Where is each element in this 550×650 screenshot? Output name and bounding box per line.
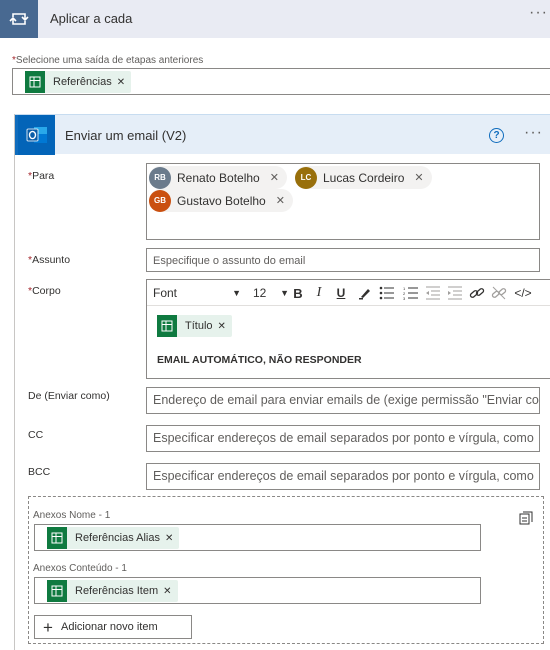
apply-to-each-title: Aplicar a cada	[50, 11, 133, 26]
cc-label: CC	[28, 429, 44, 441]
subject-label: *Assunto	[28, 254, 71, 266]
bcc-placeholder: Especificar endereços de email separados…	[153, 469, 534, 483]
token-titulo[interactable]: Título ✕	[157, 315, 232, 337]
underline-icon[interactable]: U	[334, 284, 348, 302]
font-dropdown[interactable]: Font ▼	[153, 284, 241, 302]
attachments-group: Anexos Nome - 1 Referências Alias ✕ Anex…	[28, 496, 544, 644]
code-view-icon[interactable]: </>	[513, 284, 533, 302]
recipient-name: Renato Botelho	[177, 170, 260, 185]
token-label: Referências	[53, 76, 112, 88]
link-icon[interactable]	[469, 284, 485, 302]
recipient-chip[interactable]: RB Renato Botelho ✕	[149, 166, 287, 189]
font-value: Font	[153, 286, 178, 300]
chevron-down-icon: ▼	[232, 288, 241, 298]
sharepoint-list-icon	[25, 71, 45, 93]
decrease-indent-icon[interactable]	[425, 284, 441, 302]
close-icon[interactable]: ✕	[163, 586, 177, 597]
italic-icon[interactable]: I	[312, 284, 326, 302]
unlink-icon[interactable]	[491, 284, 507, 302]
sharepoint-list-icon	[47, 580, 67, 602]
select-output-label: *Selecione uma saída de etapas anteriore…	[12, 55, 204, 66]
close-icon[interactable]: ✕	[165, 533, 179, 544]
avatar: RB	[149, 166, 171, 189]
recipient-name: Lucas Cordeiro	[323, 170, 405, 185]
body-label: *Corpo	[28, 285, 61, 297]
attachment-name-field[interactable]: Referências Alias ✕	[34, 524, 481, 551]
close-icon[interactable]: ✕	[117, 77, 131, 88]
font-size-value: 12	[253, 286, 267, 300]
bullet-list-icon[interactable]	[379, 284, 395, 302]
sharepoint-list-icon	[157, 315, 177, 337]
cc-placeholder: Especificar endereços de email separados…	[153, 431, 534, 445]
from-placeholder: Endereço de email para enviar emails de …	[153, 393, 540, 407]
attachment-content-field[interactable]: Referências Item ✕	[34, 577, 481, 604]
sharepoint-list-icon	[47, 527, 67, 549]
avatar: GB	[149, 189, 171, 212]
avatar: LC	[295, 166, 317, 189]
body-text: EMAIL AUTOMÁTICO, NÃO RESPONDER	[157, 354, 362, 366]
close-icon[interactable]: ✕	[270, 171, 287, 184]
add-new-item-button[interactable]: + Adicionar novo item	[34, 615, 192, 639]
recipient-chip[interactable]: GB Gustavo Botelho ✕	[149, 189, 293, 212]
chevron-down-icon: ▼	[280, 288, 289, 298]
token-referencias[interactable]: Referências ✕	[25, 71, 132, 93]
copy-icon[interactable]	[519, 511, 533, 525]
cc-field[interactable]: Especificar endereços de email separados…	[146, 425, 540, 452]
highlight-icon[interactable]	[358, 284, 372, 302]
attachment-name-label: Anexos Nome - 1	[33, 510, 111, 521]
attachment-content-label: Anexos Conteúdo - 1	[33, 563, 127, 574]
token-label: Referências Item	[75, 585, 159, 597]
from-field[interactable]: Endereço de email para enviar emails de …	[146, 387, 540, 414]
outlook-icon	[18, 115, 55, 155]
subject-field[interactable]: Especifique o assunto do email	[146, 248, 540, 272]
subject-placeholder: Especifique o assunto do email	[153, 255, 306, 267]
send-email-title: Enviar um email (V2)	[65, 128, 187, 143]
numbered-list-icon[interactable]: 123	[403, 284, 419, 302]
formatting-toolbar: Font ▼ 12 ▼ B I U 123 </>	[147, 280, 550, 306]
from-label: De (Enviar como)	[28, 390, 110, 402]
bcc-label: BCC	[28, 466, 51, 478]
svg-text:3: 3	[403, 296, 406, 300]
recipient-chip[interactable]: LC Lucas Cordeiro ✕	[295, 166, 432, 189]
help-icon[interactable]: ?	[489, 128, 504, 143]
apply-to-each-header[interactable]: Aplicar a cada ···	[0, 0, 550, 38]
token-referencias-item[interactable]: Referências Item ✕	[47, 580, 178, 602]
increase-indent-icon[interactable]	[447, 284, 463, 302]
bold-icon[interactable]: B	[290, 284, 306, 302]
select-output-field[interactable]: Referências ✕	[12, 68, 550, 95]
send-email-header[interactable]: Enviar um email (V2) ? ···	[15, 114, 550, 155]
apply-to-each-more-button[interactable]: ···	[529, 4, 548, 22]
to-label: *Para	[28, 170, 55, 182]
close-icon[interactable]: ✕	[414, 171, 431, 184]
send-email-more-button[interactable]: ···	[524, 124, 543, 142]
loop-icon	[0, 0, 38, 38]
plus-icon: +	[43, 617, 53, 637]
body-editor[interactable]: Font ▼ 12 ▼ B I U 123 </> Título ✕ EMAIL…	[146, 279, 550, 379]
font-size-dropdown[interactable]: 12 ▼	[253, 284, 289, 302]
to-field[interactable]: RB Renato Botelho ✕ LC Lucas Cordeiro ✕ …	[146, 163, 540, 240]
bcc-field[interactable]: Especificar endereços de email separados…	[146, 463, 540, 490]
token-label: Referências Alias	[75, 532, 160, 544]
recipient-name: Gustavo Botelho	[177, 193, 266, 208]
close-icon[interactable]: ✕	[218, 321, 232, 332]
close-icon[interactable]: ✕	[276, 194, 293, 207]
token-referencias-alias[interactable]: Referências Alias ✕	[47, 527, 180, 549]
token-label: Título	[185, 320, 213, 332]
add-new-item-label: Adicionar novo item	[61, 621, 158, 633]
